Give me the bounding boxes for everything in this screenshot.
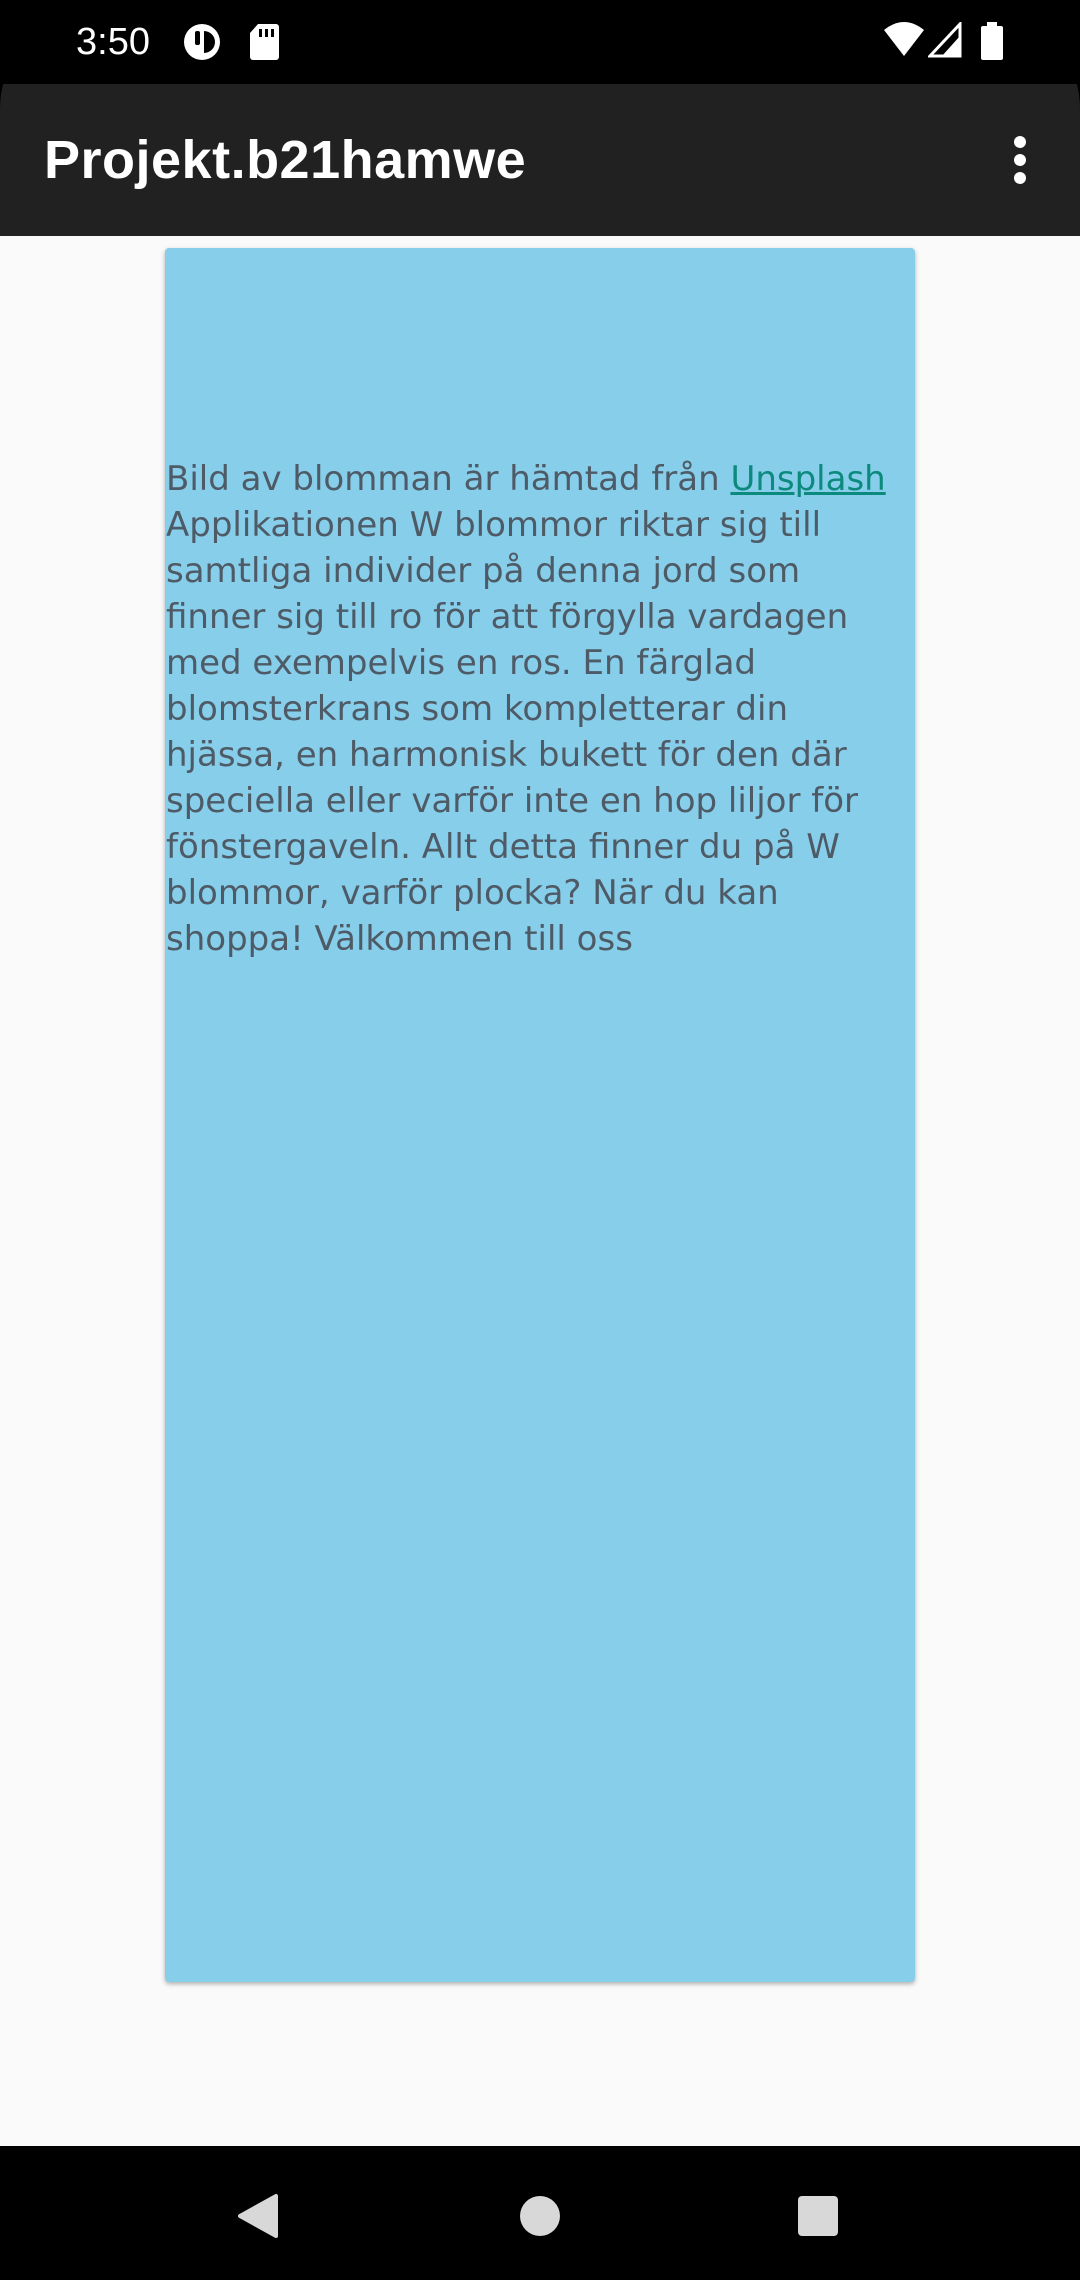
status-bar: 3:50 [0, 0, 1080, 84]
more-vert-icon[interactable] [980, 120, 1060, 200]
info-card: Bild av blomman är hämtad från Unsplash A… [165, 248, 915, 1982]
unsplash-link[interactable]: Unsplash [730, 459, 885, 499]
app-title: Projekt.b21hamwe [44, 130, 527, 190]
recents-icon[interactable] [778, 2176, 858, 2256]
navigation-bar [0, 2146, 1080, 2280]
home-icon[interactable] [500, 2176, 580, 2256]
status-time: 3:50 [76, 21, 150, 63]
battery-icon [980, 22, 1004, 62]
app-bar: Projekt.b21hamwe [0, 84, 1080, 236]
attribution-text: Bild av blomman är hämtad från [166, 459, 731, 499]
wifi-icon [884, 22, 924, 62]
sd-card-icon [248, 22, 280, 62]
back-icon[interactable] [218, 2176, 298, 2256]
card-text: Bild av blomman är hämtad från Unsplash A… [166, 456, 906, 962]
content-area: Bild av blomman är hämtad från Unsplash A… [0, 236, 1080, 2146]
activity-circle-icon [182, 22, 222, 62]
cell-signal-icon [926, 20, 962, 62]
description-text: Applikationen W blommor riktar sig till … [166, 505, 859, 959]
phone-screen: 3:50 Projekt.b21hamwe Bild av blomman är… [0, 0, 1080, 2280]
